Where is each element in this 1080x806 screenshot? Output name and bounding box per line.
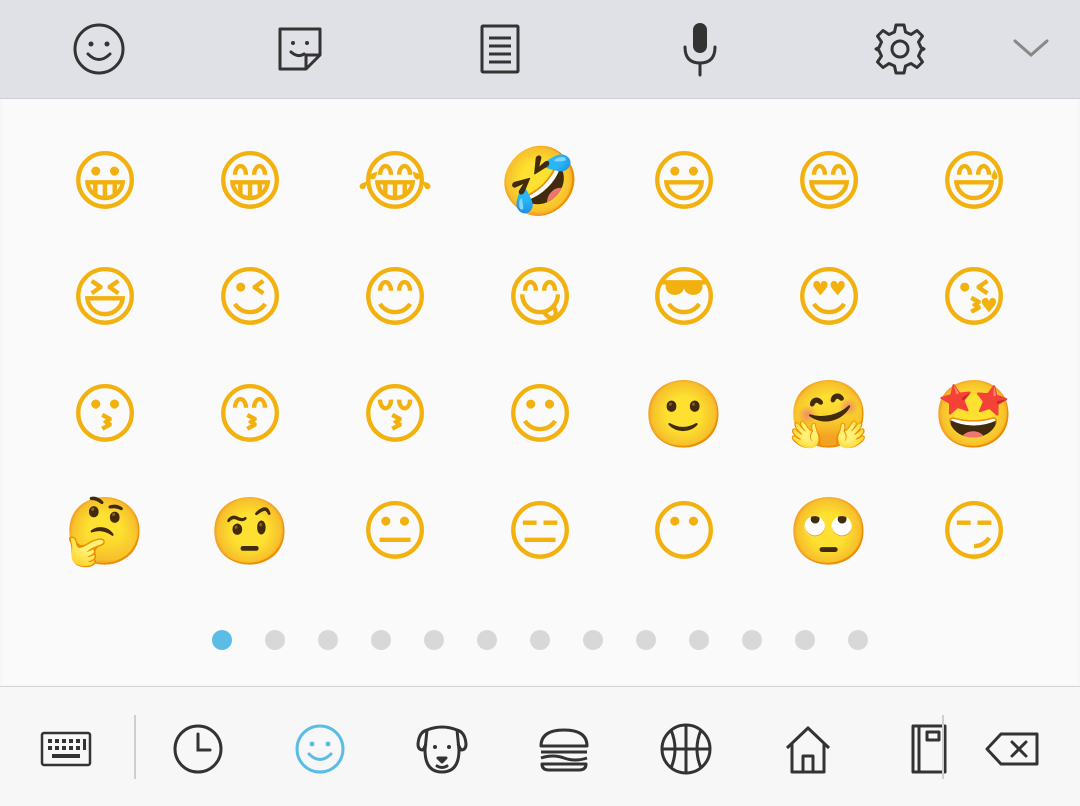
emoji-key[interactable]: 🤗	[774, 360, 884, 470]
emoji-key[interactable]: 😏	[919, 477, 1029, 587]
emoji-key[interactable]: 😎	[629, 243, 739, 353]
page-dot[interactable]	[742, 630, 762, 650]
emoji-key[interactable]: 😶	[629, 477, 739, 587]
page-dot[interactable]	[848, 630, 868, 650]
divider	[134, 715, 136, 779]
emoji-key[interactable]: 😁	[195, 127, 305, 237]
emoji-key[interactable]: 🤣	[485, 127, 595, 237]
emoji-key[interactable]: 😗	[50, 360, 160, 470]
page-dot[interactable]	[318, 630, 338, 650]
clipboard-icon[interactable]	[465, 14, 535, 84]
emoji-glyph: 😏	[939, 493, 1009, 570]
emoji-key[interactable]: 🙄	[774, 477, 884, 587]
emoji-key[interactable]: 🤔	[50, 477, 160, 587]
emoji-glyph: 😶	[649, 493, 719, 570]
collapse-chevron-icon[interactable]	[996, 14, 1066, 84]
emoji-key[interactable]: 😉	[195, 243, 305, 353]
emoji-glyph: 😊	[360, 259, 430, 336]
emoji-key[interactable]: 😑	[485, 477, 595, 587]
smileys-icon[interactable]	[288, 717, 352, 781]
sticker-icon[interactable]	[265, 14, 335, 84]
emoji-glyph: 😆	[70, 259, 140, 336]
emoji-glyph: 😎	[649, 259, 719, 336]
emoji-key[interactable]: 😚	[340, 360, 450, 470]
emoji-key[interactable]: 😘	[919, 243, 1029, 353]
emoji-glyph: 😘	[939, 259, 1009, 336]
emoji-key[interactable]: ☺	[485, 360, 595, 470]
emoji-glyph: 😗	[70, 376, 140, 453]
emoji-glyph: 😃	[649, 143, 719, 220]
category-bar	[0, 686, 1080, 806]
page-dot[interactable]	[689, 630, 709, 650]
page-dot[interactable]	[477, 630, 497, 650]
emoji-glyph: 😚	[360, 376, 430, 453]
emoji-key[interactable]: 😀	[50, 127, 160, 237]
emoji-glyph: 🤗	[787, 376, 871, 453]
emoji-key[interactable]: 🤩	[919, 360, 1029, 470]
emoji-glyph: 😁	[215, 143, 285, 220]
emoji-glyph: 🤩	[932, 376, 1016, 453]
page-dot[interactable]	[530, 630, 550, 650]
places-icon[interactable]	[776, 717, 840, 781]
settings-icon[interactable]	[865, 14, 935, 84]
page-dot[interactable]	[424, 630, 444, 650]
emoji-glyph: 🙄	[787, 493, 871, 570]
emoji-glyph: 😀	[70, 143, 140, 220]
page-dot[interactable]	[636, 630, 656, 650]
emoji-key[interactable]: 😃	[629, 127, 739, 237]
emoji-glyph: 😙	[215, 376, 285, 453]
emoji-key[interactable]: 😄	[774, 127, 884, 237]
page-dot-active[interactable]	[212, 630, 232, 650]
microphone-icon[interactable]	[665, 14, 735, 84]
emoji-key[interactable]: 🤨	[195, 477, 305, 587]
emoji-key[interactable]: 😂	[340, 127, 450, 237]
emoji-glyph: 😍	[794, 259, 864, 336]
emoji-glyph: 😄	[794, 143, 864, 220]
sports-icon[interactable]	[654, 717, 718, 781]
page-dot[interactable]	[371, 630, 391, 650]
emoji-key[interactable]: 🙂	[629, 360, 739, 470]
objects-icon[interactable]	[896, 717, 960, 781]
divider	[942, 715, 944, 779]
emoji-glyph: 🤔	[63, 493, 147, 570]
emoji-key[interactable]: 😅	[919, 127, 1029, 237]
emoji-icon[interactable]	[64, 14, 134, 84]
page-indicator	[0, 630, 1080, 650]
recent-icon[interactable]	[166, 717, 230, 781]
animals-icon[interactable]	[410, 717, 474, 781]
emoji-glyph: 😐	[360, 493, 430, 570]
page-dot[interactable]	[265, 630, 285, 650]
emoji-glyph: 😂	[356, 143, 434, 220]
emoji-glyph: ☺	[505, 376, 575, 453]
food-icon[interactable]	[532, 717, 596, 781]
keyboard-icon[interactable]	[34, 717, 98, 781]
emoji-glyph: 😑	[505, 493, 575, 570]
emoji-key[interactable]: 😙	[195, 360, 305, 470]
emoji-glyph: 😅	[939, 143, 1009, 220]
emoji-glyph: 😉	[215, 259, 285, 336]
emoji-glyph: 🤨	[208, 493, 292, 570]
page-dot[interactable]	[795, 630, 815, 650]
emoji-key[interactable]: 😆	[50, 243, 160, 353]
emoji-glyph: 🙂	[642, 376, 726, 453]
emoji-glyph: 🤣	[498, 143, 582, 220]
emoji-key[interactable]: 😋	[485, 243, 595, 353]
page-dot[interactable]	[583, 630, 603, 650]
emoji-glyph: 😋	[505, 259, 575, 336]
emoji-key[interactable]: 😍	[774, 243, 884, 353]
keyboard-toolbar	[0, 0, 1080, 99]
emoji-key[interactable]: 😊	[340, 243, 450, 353]
backspace-icon[interactable]	[980, 717, 1044, 781]
emoji-key[interactable]: 😐	[340, 477, 450, 587]
